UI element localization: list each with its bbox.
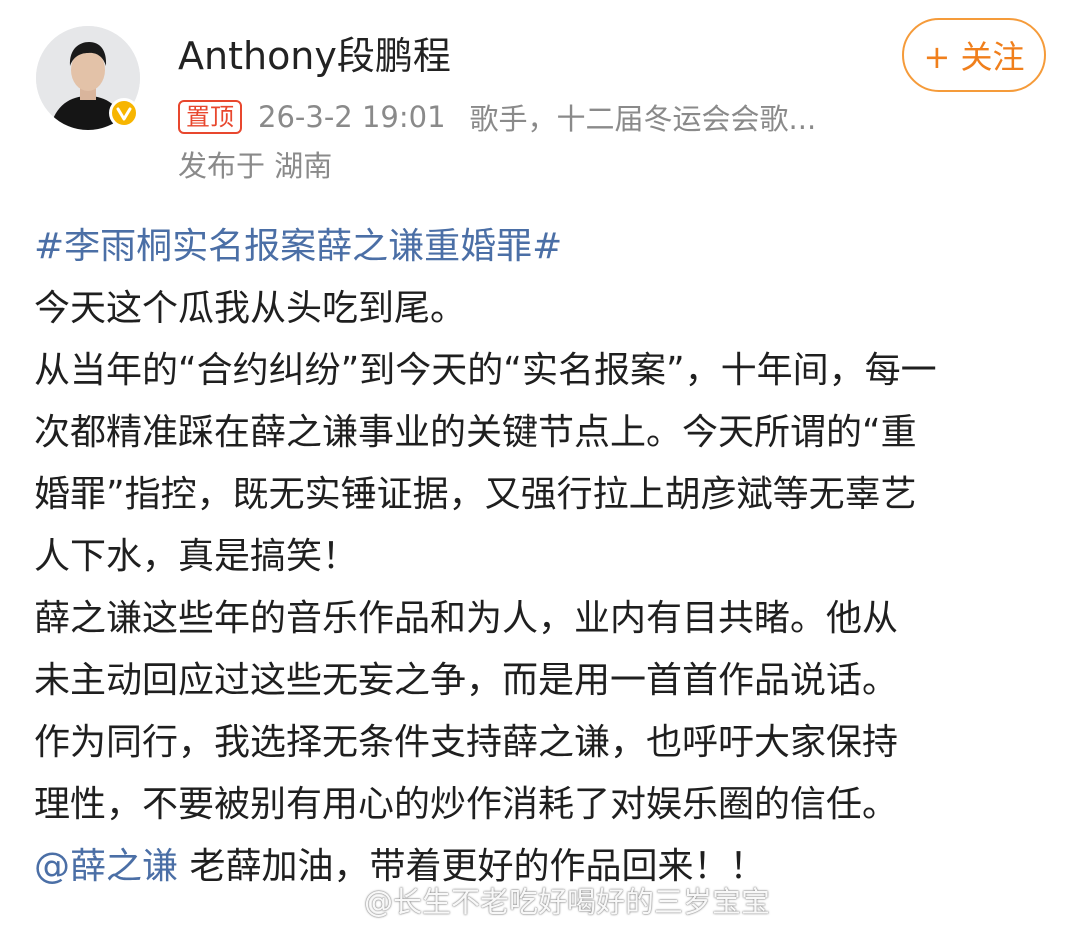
post-text-line: 未主动回应过这些无妄之争，而是用一首首作品说话。	[34, 660, 899, 701]
verified-badge-icon	[109, 98, 139, 128]
pinned-badge: 置顶	[178, 100, 242, 134]
post-text-line: 薛之谦这些年的音乐作品和为人，业内有目共睹。他从	[34, 598, 899, 639]
post-meta: 置顶 26-3-2 19:01 歌手，十二届冬运会会歌...	[178, 97, 816, 137]
weibo-logo-icon	[318, 881, 358, 920]
post-text-line: 婚罪”指控，既无实锤证据，又强行拉上胡彦斌等无辜艺	[34, 474, 917, 515]
post-content: #李雨桐实名报案薛之谦重婚罪# 今天这个瓜我从头吃到尾。 从当年的“合约纠纷”到…	[34, 216, 1054, 898]
follow-button[interactable]: + 关注	[902, 18, 1046, 92]
watermark: @长生不老吃好喝好的三岁宝宝	[318, 880, 770, 920]
author-name[interactable]: Anthony段鹏程	[178, 30, 451, 82]
watermark-text: @长生不老吃好喝好的三岁宝宝	[364, 885, 771, 919]
post-timestamp: 26-3-2 19:01	[258, 100, 446, 134]
post-text-line: 理性，不要被别有用心的炒作消耗了对娱乐圈的信任。	[34, 784, 899, 825]
next-post-hint	[34, 912, 214, 926]
post-location: 发布于 湖南	[178, 149, 333, 183]
post-header: Anthony段鹏程 置顶 26-3-2 19:01 歌手，十二届冬运会会歌..…	[0, 0, 1080, 200]
post-text-line: 人下水，真是搞笑！	[34, 536, 359, 577]
author-description: 歌手，十二届冬运会会歌...	[469, 102, 817, 136]
post-text-line: 从当年的“合约纠纷”到今天的“实名报案”，十年间，每一	[34, 350, 937, 391]
post-text-line: 今天这个瓜我从头吃到尾。	[34, 288, 467, 329]
hashtag-link[interactable]: #李雨桐实名报案薛之谦重婚罪#	[34, 226, 562, 267]
post-text-line: 作为同行，我选择无条件支持薛之谦，也呼吁大家保持	[34, 722, 899, 763]
mention-link[interactable]: @薛之谦	[34, 846, 178, 887]
post-text-line: 次都精准踩在薛之谦事业的关键节点上。今天所谓的“重	[34, 412, 917, 453]
